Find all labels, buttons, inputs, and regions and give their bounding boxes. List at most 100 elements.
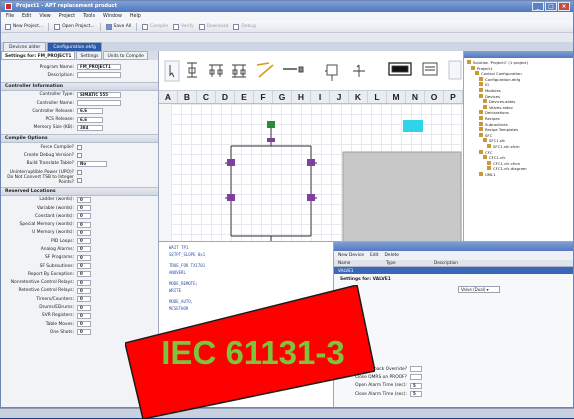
reserved-value[interactable]: 0 [77,221,91,228]
reserved-value[interactable]: 0 [77,229,91,236]
tsb-checkbox[interactable] [77,177,82,183]
reserved-label: Variable (words): [36,205,74,211]
folder-icon [483,99,487,104]
tab-units-to-compile[interactable]: Units to Compile [103,51,148,60]
minimize-button[interactable]: _ [532,2,544,11]
edit-button[interactable]: Edit [370,253,379,258]
reserved-row: Nonretentive Control Relays: 0 [1,279,158,287]
code-line[interactable]: SETPT_SLOPE 0x1 [169,252,323,259]
menu-view[interactable]: View [39,12,50,21]
selection-box[interactable] [403,120,423,132]
reserved-label: Analog Alarms: [40,246,74,252]
tab-devices[interactable]: Devices alder [3,42,47,51]
reserved-value[interactable]: 0 [77,304,91,311]
menu-tools[interactable]: Tools [83,12,95,21]
program-name-field[interactable]: FM_PROJECT1 [77,64,121,71]
reserved-label: Drums/EDrums: [39,305,74,311]
reserved-value[interactable]: 0 [77,271,91,278]
column-name[interactable]: Name [334,260,382,266]
initial-step[interactable] [267,121,275,128]
device-field-value[interactable]: 5 [410,382,422,389]
compile-option-label: Create Debug Version? [23,153,74,159]
column-header: ABCDEFGHIJKLMNOP [159,91,463,104]
debug-icon [233,23,240,30]
tab-settings[interactable]: Settings [76,51,103,60]
reserved-value[interactable]: 0 [77,287,91,294]
reserved-row: Retentive Control Relays: 0 [1,287,158,295]
sfc-step[interactable] [307,194,315,201]
reserved-label: U Memory (words): [32,230,74,236]
device-field-value[interactable] [410,374,422,381]
upo-checkbox[interactable] [77,169,82,175]
column-letter: D [216,91,235,103]
reserved-row: One Shots: 0 [1,328,158,336]
column-description[interactable]: Description [430,260,478,266]
main-toolbar: New Project... Open Project... Save All … [1,21,573,33]
reserved-value[interactable]: 0 [77,263,91,270]
reserved-label: PID Loops: [50,238,74,244]
reserved-value[interactable]: 0 [77,296,91,303]
controller-name-field[interactable] [77,100,121,107]
delete-button[interactable]: Delete [385,253,399,258]
reserved-label: Ladder (words): [39,197,74,203]
device-field-value[interactable]: 5 [410,391,422,398]
reserved-value[interactable]: 0 [77,279,91,286]
open-project-button[interactable]: Open Project... [54,23,95,30]
reserved-value[interactable]: 0 [77,238,91,245]
folder-icon [479,132,483,137]
reserved-value[interactable]: 0 [77,246,91,253]
device-type-select[interactable]: Valve (Dual) ▾ [458,286,500,293]
new-device-button[interactable]: New Device [338,253,364,258]
memory-size-field[interactable]: 384 [77,124,103,131]
menu-file[interactable]: File [6,12,14,21]
transition[interactable] [267,138,275,142]
reserved-value[interactable]: 0 [77,213,91,220]
reserved-value[interactable]: 0 [77,321,91,328]
memory-size-label: Memory Size (KB): [33,125,74,131]
device-field-value[interactable] [410,366,422,373]
code-line[interactable]: WRITE [169,288,323,295]
verify-button[interactable]: Verify [173,23,194,30]
debug-version-checkbox[interactable] [77,153,82,159]
reserved-value[interactable]: 0 [77,205,91,211]
controller-type-field[interactable]: SIMATIC 555 [77,91,121,98]
sfc-step[interactable] [227,194,235,201]
folder-icon [467,60,471,64]
menu-project[interactable]: Project [59,12,75,21]
force-compile-checkbox[interactable] [77,144,82,150]
close-button[interactable]: × [558,2,570,11]
device-field-row: Open Alarm Time (sec): 5 [340,382,567,390]
save-all-button[interactable]: Save All [105,23,131,30]
sfc-step[interactable] [307,159,315,166]
description-field[interactable] [77,72,121,79]
reserved-row: Ladder (words): 0 [1,196,158,204]
pcs-release-field[interactable]: 6.6 [77,116,103,123]
reserved-label: Report By Exception: [27,271,74,277]
tree-item[interactable]: UML1 [467,171,570,178]
reserved-value[interactable]: 0 [77,196,91,203]
debug-button[interactable]: Debug [233,23,256,30]
folder-icon [487,166,491,171]
folder-icon [479,149,483,154]
tab-configuration[interactable]: Configuration.ekfg [47,42,102,51]
menu-window[interactable]: Window [103,12,122,21]
new-project-button[interactable]: New Project... [5,23,43,30]
menu-edit[interactable]: Edit [22,12,31,21]
tab-settings-for[interactable]: Settings for: FM_PROJECT1 [1,51,76,60]
compile-button[interactable]: Compile [142,23,168,30]
controller-release-field[interactable]: 6.6 [77,108,103,115]
column-letter: B [178,91,197,103]
reserved-value[interactable]: 0 [77,329,91,336]
selected-device-row[interactable]: VALVE1 [334,267,573,274]
translate-table-select[interactable]: No [77,160,107,167]
sfc-step[interactable] [227,159,235,166]
menu-help[interactable]: Help [130,12,141,21]
reserved-value[interactable]: 0 [77,254,91,261]
code-line[interactable]: ANOVERL [169,270,323,277]
reserved-value[interactable]: 0 [77,312,91,319]
maximize-button[interactable]: □ [545,2,557,11]
compile-option-label: Force Compile? [40,144,74,150]
download-button[interactable]: Download [198,23,228,30]
code-line[interactable]: MCSETHOR [169,306,323,313]
column-type[interactable]: Type [382,260,430,266]
